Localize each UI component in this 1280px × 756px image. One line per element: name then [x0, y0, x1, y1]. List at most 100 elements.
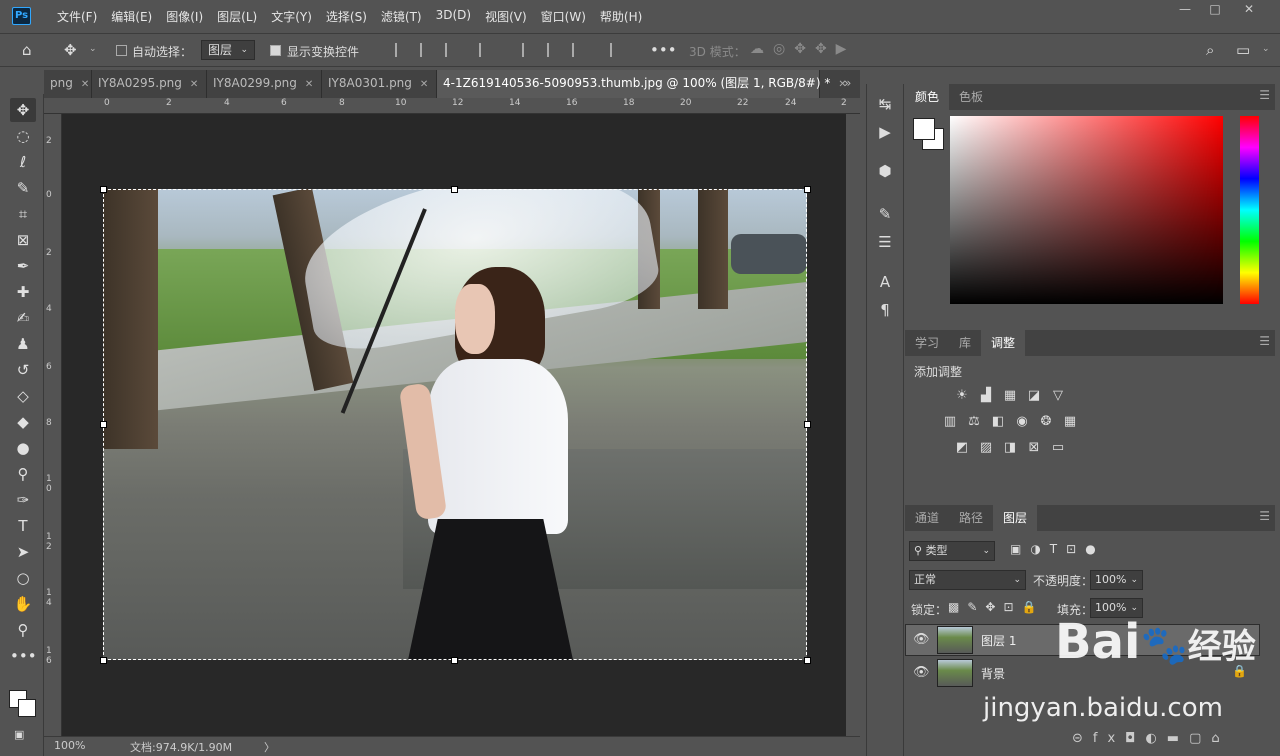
panel-menu-icon[interactable]: ☰ — [1259, 509, 1270, 523]
edit-toolbar-icon[interactable]: ••• — [10, 644, 37, 668]
healing-brush-icon[interactable]: ✚ — [10, 280, 36, 304]
actions-play-icon[interactable]: ▶ — [866, 123, 904, 141]
stamp-tool-icon[interactable]: ♟ — [10, 332, 36, 356]
tab-doc-4[interactable]: IY8A0301.png ✕ — [322, 70, 437, 98]
levels-icon[interactable]: ▟ — [977, 388, 995, 404]
frame-tool-icon[interactable]: ⊠ — [10, 228, 36, 252]
eyedropper-tool-icon[interactable]: ✒ — [10, 254, 36, 278]
eraser-tool-icon[interactable]: ◇ — [10, 384, 36, 408]
quick-mask-icon[interactable]: ▣ — [14, 728, 24, 741]
panel-menu-icon[interactable]: ☰ — [1259, 88, 1270, 102]
transform-handle[interactable] — [451, 186, 458, 193]
zoom-level[interactable]: 100% — [54, 739, 85, 752]
hue-slider[interactable] — [1240, 116, 1259, 304]
menu-layer[interactable]: 图层(L) — [210, 8, 264, 25]
quick-select-tool-icon[interactable]: ✎ — [10, 176, 36, 200]
menu-help[interactable]: 帮助(H) — [593, 8, 649, 25]
align-bottom-icon[interactable] — [572, 43, 586, 57]
history-brush-icon[interactable]: ↺ — [10, 358, 36, 382]
tab-doc-1[interactable]: png ✕ — [44, 70, 92, 98]
curves-icon[interactable]: ▦ — [1001, 388, 1019, 404]
layer-name[interactable]: 图层 1 — [981, 632, 1016, 649]
move-tool-icon[interactable]: ✥ — [10, 98, 36, 122]
type-tool-icon[interactable]: T — [10, 514, 36, 538]
close-button[interactable]: ✕ — [1234, 2, 1264, 20]
close-icon[interactable]: ✕ — [305, 79, 313, 90]
blur-tool-icon[interactable]: ● — [10, 436, 36, 460]
color-picker-field[interactable] — [950, 116, 1223, 304]
paint-bucket-icon[interactable]: ◆ — [10, 410, 36, 434]
search-icon[interactable]: ⌕ — [1206, 41, 1214, 59]
color-lookup-icon[interactable]: ▦ — [1061, 414, 1079, 430]
exposure-icon[interactable]: ◪ — [1025, 388, 1043, 404]
align-left-icon[interactable] — [395, 43, 409, 57]
dodge-tool-icon[interactable]: ⚲ — [10, 462, 36, 486]
tab-libraries[interactable]: 库 — [949, 330, 981, 356]
blend-mode-dropdown[interactable]: 正常 ⌄ — [909, 570, 1026, 590]
menu-type[interactable]: 文字(Y) — [264, 8, 319, 25]
pen-tool-icon[interactable]: ✑ — [10, 488, 36, 512]
lasso-tool-icon[interactable]: ℓ — [10, 150, 36, 174]
menu-edit[interactable]: 编辑(E) — [104, 8, 159, 25]
distribute-v-icon[interactable] — [610, 43, 624, 57]
tab-doc-active[interactable]: 4-1Z619140536-5090953.thumb.jpg @ 100% (… — [437, 70, 847, 98]
transform-handle[interactable] — [100, 657, 107, 664]
paragraph-panel-icon[interactable]: ¶ — [866, 301, 904, 319]
tab-learn[interactable]: 学习 — [905, 330, 949, 356]
menu-image[interactable]: 图像(I) — [159, 8, 210, 25]
align-middle-icon[interactable] — [547, 43, 561, 57]
move-tool-preset-icon[interactable]: ✥ — [64, 41, 77, 59]
transform-handle[interactable] — [804, 186, 811, 193]
properties-icon[interactable]: ☰ — [866, 233, 904, 251]
background-color-swatch[interactable] — [18, 699, 36, 717]
black-white-icon[interactable]: ◧ — [989, 414, 1007, 430]
tab-doc-2[interactable]: IY8A0295.png ✕ — [92, 70, 207, 98]
brush-settings-icon[interactable]: ✎ — [866, 205, 904, 223]
menu-3d[interactable]: 3D(D) — [429, 8, 478, 25]
tabs-overflow-icon[interactable]: » — [844, 76, 851, 90]
layer-filter-dropdown[interactable]: ⚲ 类型 ⌄ — [909, 541, 995, 561]
character-panel-icon[interactable]: A — [866, 273, 904, 291]
lock-icons[interactable]: ▩✎✥⊡🔒 — [948, 600, 1044, 614]
tab-paths[interactable]: 路径 — [949, 505, 993, 531]
invert-icon[interactable]: ◩ — [953, 440, 971, 456]
menu-file[interactable]: 文件(F) — [50, 8, 104, 25]
more-options-icon[interactable]: ••• — [650, 41, 677, 59]
tab-adjustments[interactable]: 调整 — [981, 330, 1026, 356]
home-icon[interactable]: ⌂ — [22, 41, 32, 59]
panel-menu-icon[interactable]: ☰ — [1259, 334, 1270, 348]
tab-layers[interactable]: 图层 — [993, 505, 1038, 531]
close-icon[interactable]: ✕ — [81, 79, 89, 90]
tab-swatches[interactable]: 色板 — [949, 84, 993, 110]
marquee-tool-icon[interactable]: ◌ — [10, 124, 36, 148]
posterize-icon[interactable]: ▨ — [977, 440, 995, 456]
transform-bounding-box[interactable] — [103, 189, 807, 660]
opacity-field[interactable]: 100% ⌄ — [1090, 570, 1143, 590]
layer-actions-icons[interactable]: ⊝fx◘◐▬▢⌂ — [1072, 731, 1230, 746]
history-panel-icon[interactable]: ↹ — [866, 95, 904, 113]
maximize-button[interactable]: □ — [1200, 2, 1230, 20]
auto-select-checkbox[interactable] — [116, 45, 127, 56]
show-transform-checkbox[interactable] — [270, 45, 281, 56]
gradient-map-icon[interactable]: ▭ — [1049, 440, 1067, 456]
layer-filter-icons[interactable]: ▣◑T⊡● — [1010, 542, 1105, 556]
minimize-button[interactable]: — — [1170, 2, 1200, 20]
menu-filter[interactable]: 滤镜(T) — [374, 8, 429, 25]
tab-channels[interactable]: 通道 — [905, 505, 949, 531]
selective-color-icon[interactable]: ⊠ — [1025, 440, 1043, 456]
close-icon[interactable]: ✕ — [190, 79, 198, 90]
path-select-icon[interactable]: ➤ — [10, 540, 36, 564]
hand-tool-icon[interactable]: ✋ — [10, 592, 36, 616]
layer-name[interactable]: 背景 — [981, 665, 1005, 682]
eye-icon[interactable]: 👁 — [913, 665, 930, 680]
align-center-h-icon[interactable] — [420, 43, 434, 57]
vibrance-icon[interactable]: ▽ — [1049, 388, 1067, 404]
status-menu-arrow-icon[interactable]: 〉 — [264, 739, 275, 755]
color-balance-icon[interactable]: ⚖ — [965, 414, 983, 430]
ellipse-tool-icon[interactable]: ○ — [10, 566, 36, 590]
distribute-icon[interactable] — [479, 43, 493, 57]
transform-handle[interactable] — [100, 421, 107, 428]
photo-filter-icon[interactable]: ◉ — [1013, 414, 1031, 430]
tab-color[interactable]: 颜色 — [905, 84, 950, 110]
zoom-tool-icon[interactable]: ⚲ — [10, 618, 36, 642]
